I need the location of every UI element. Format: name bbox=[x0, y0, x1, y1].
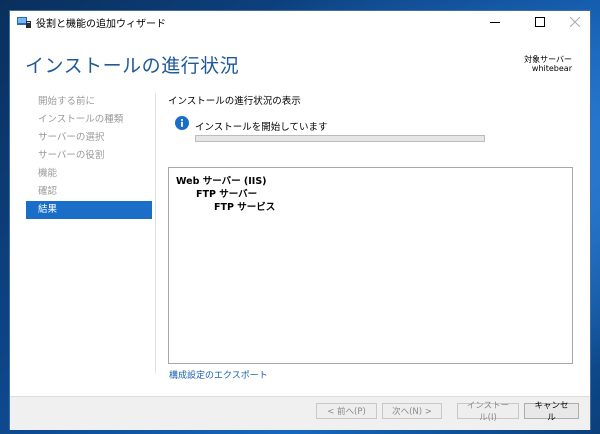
target-server-name: whitebear bbox=[531, 64, 572, 73]
content-heading: インストールの進行状況の表示 bbox=[168, 96, 301, 107]
minimize-button[interactable] bbox=[478, 11, 512, 33]
window-title: 役割と機能の追加ウィザード bbox=[36, 19, 166, 30]
tree-item-ftp-server: FTP サーバー bbox=[196, 189, 258, 200]
previous-button[interactable]: < 前へ(P) bbox=[316, 403, 377, 419]
installation-status: インストールを開始しています bbox=[195, 122, 328, 133]
wizard-steps-nav: 開始する前に インストールの種類 サーバーの選択 サーバーの役割 機能 確認 結… bbox=[26, 93, 152, 219]
install-button[interactable]: インストール(I) bbox=[457, 401, 519, 423]
step-confirmation: 確認 bbox=[38, 186, 58, 197]
page-title: インストールの進行状況 bbox=[25, 55, 240, 77]
next-button[interactable]: 次へ(N) > bbox=[382, 403, 442, 419]
info-icon bbox=[175, 116, 189, 130]
maximize-button[interactable] bbox=[523, 11, 557, 33]
step-results[interactable]: 結果 bbox=[26, 201, 152, 219]
installation-progress-bar bbox=[195, 135, 485, 142]
export-settings-link[interactable]: 構成設定のエクスポート bbox=[169, 368, 268, 381]
wizard-footer: < 前へ(P) 次へ(N) > インストール(I) キャンセル bbox=[10, 396, 590, 430]
close-icon bbox=[570, 17, 580, 27]
tree-item-ftp-service: FTP サービス bbox=[214, 202, 276, 213]
step-server-roles: サーバーの役割 bbox=[38, 150, 105, 161]
title-bar[interactable]: 役割と機能の追加ウィザード bbox=[10, 11, 590, 33]
cancel-button[interactable]: キャンセル bbox=[524, 401, 579, 423]
close-button[interactable] bbox=[558, 11, 592, 33]
minimize-icon bbox=[490, 22, 500, 23]
maximize-icon bbox=[535, 17, 545, 27]
tree-item-web-server: Web サーバー (IIS) bbox=[176, 176, 267, 187]
results-list[interactable]: Web サーバー (IIS) FTP サーバー FTP サービス bbox=[168, 167, 573, 364]
step-installation-type: インストールの種類 bbox=[38, 114, 124, 125]
step-server-selection: サーバーの選択 bbox=[38, 132, 105, 143]
server-manager-icon bbox=[17, 17, 31, 28]
sidebar-divider bbox=[155, 93, 156, 373]
wizard-window: 役割と機能の追加ウィザード インストールの進行状況 対象サーバー whitebe… bbox=[9, 10, 591, 430]
step-before-you-begin: 開始する前に bbox=[38, 96, 96, 107]
step-features: 機能 bbox=[38, 168, 58, 179]
